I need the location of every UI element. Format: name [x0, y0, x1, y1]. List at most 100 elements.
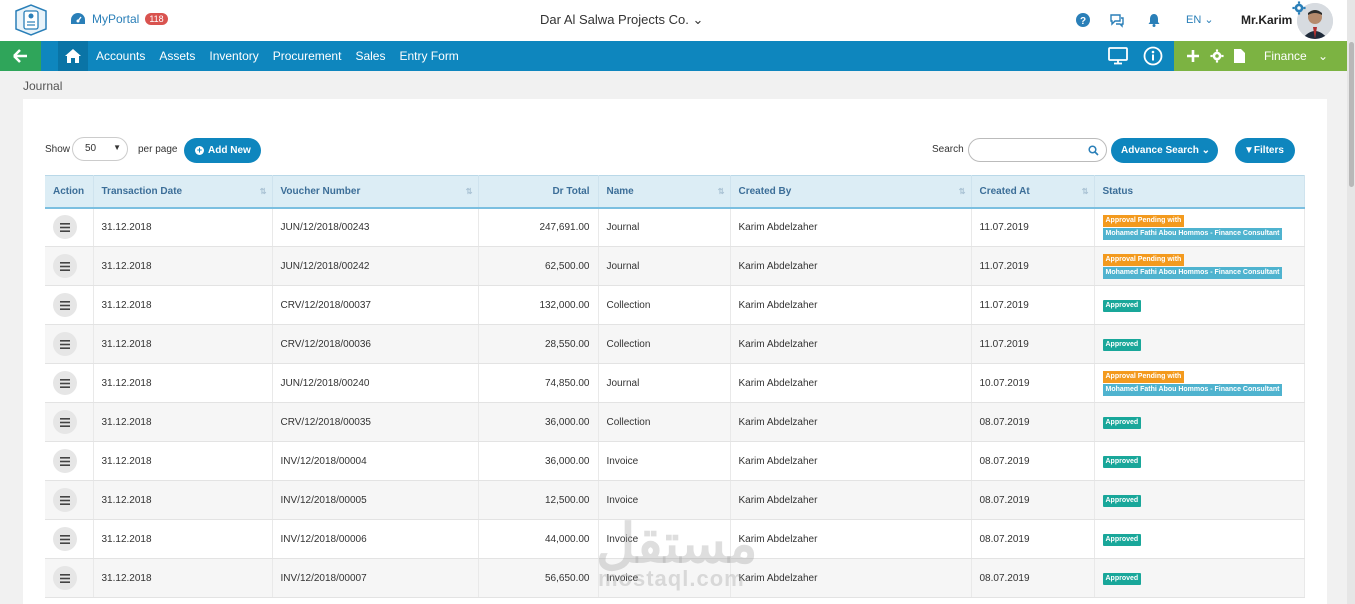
created-by-cell: Karim Abdelzaher — [730, 324, 972, 364]
file-icon[interactable] — [1233, 48, 1246, 64]
scrollbar-thumb[interactable] — [1349, 42, 1354, 187]
sort-icon: ⇅ — [259, 187, 267, 196]
action-cell — [45, 480, 94, 520]
show-label: Show — [45, 144, 71, 155]
row-menu-button[interactable] — [53, 527, 77, 551]
status-badge-assignee: Mohamed Fathi Abou Hommos - Finance Cons… — [1102, 384, 1283, 396]
col-name-label: Name — [606, 185, 634, 197]
chat-icon[interactable] — [1109, 12, 1125, 28]
name-cell: Invoice — [598, 480, 731, 520]
gear-icon[interactable] — [1292, 1, 1306, 15]
search-input[interactable] — [968, 138, 1107, 162]
per-page-label: per page — [138, 144, 178, 155]
dr-total-cell: 247,691.00 — [478, 207, 599, 247]
chevron-down-icon: ⌄ — [692, 12, 704, 27]
row-menu-button[interactable] — [53, 215, 77, 240]
dr-total-cell: 132,000.00 — [478, 285, 599, 325]
table-row[interactable]: 31.12.2018 INV/12/2018/00006 44,000.00 Invo… — [45, 519, 1305, 559]
monitor-icon[interactable] — [1108, 47, 1128, 65]
nav-assets[interactable]: Assets — [159, 49, 195, 63]
dr-total-cell: 28,550.00 — [478, 324, 599, 364]
help-icon[interactable]: ? — [1075, 12, 1091, 28]
table-row[interactable]: 31.12.2018 CRV/12/2018/00037 132,000.00 Col… — [45, 285, 1305, 325]
col-dr-total[interactable]: Dr Total — [478, 175, 599, 209]
row-menu-button[interactable] — [53, 332, 77, 356]
info-icon[interactable] — [1143, 46, 1163, 66]
voucher-number-cell: INV/12/2018/00005 — [272, 480, 479, 520]
transaction-date-cell: 31.12.2018 — [93, 402, 273, 442]
nav-sales[interactable]: Sales — [355, 49, 385, 63]
row-menu-button[interactable] — [53, 488, 77, 512]
action-cell — [45, 558, 94, 598]
nav-inventory[interactable]: Inventory — [209, 49, 258, 63]
created-at-cell: 10.07.2019 — [971, 363, 1095, 403]
back-button[interactable] — [0, 41, 41, 71]
settings-icon[interactable] — [1210, 49, 1224, 63]
table-row[interactable]: 31.12.2018 JUN/12/2018/00242 62,500.00 Jour… — [45, 246, 1305, 286]
myportal-link[interactable]: MyPortal 118 — [70, 12, 168, 26]
search-icon[interactable] — [1088, 145, 1099, 156]
row-menu-button[interactable] — [53, 293, 77, 317]
transaction-date-cell: 31.12.2018 — [93, 480, 273, 520]
row-menu-button[interactable] — [53, 410, 77, 434]
table-row[interactable]: 31.12.2018 INV/12/2018/00005 12,500.00 Invo… — [45, 480, 1305, 520]
advance-search-button[interactable]: Advance Search ⌄ — [1111, 138, 1218, 163]
transaction-date-cell: 31.12.2018 — [93, 363, 273, 403]
row-menu-button[interactable] — [53, 371, 77, 395]
created-at-cell: 11.07.2019 — [971, 324, 1095, 364]
col-created-at[interactable]: Created At ⇅ — [971, 175, 1095, 209]
col-action: Action — [45, 175, 94, 209]
company-selector[interactable]: Dar Al Salwa Projects Co. ⌄ — [540, 12, 703, 28]
status-badge-pending: Approval Pending with — [1102, 371, 1185, 383]
table-row[interactable]: 31.12.2018 JUN/12/2018/00243 247,691.00 Jou… — [45, 207, 1305, 247]
bell-icon[interactable] — [1146, 12, 1162, 28]
module-label: Finance — [1264, 49, 1307, 63]
table-row[interactable]: 31.12.2018 CRV/12/2018/00035 36,000.00 Coll… — [45, 402, 1305, 442]
nav-procurement[interactable]: Procurement — [273, 49, 342, 63]
col-created-by[interactable]: Created By ⇅ — [730, 175, 972, 209]
plus-icon[interactable] — [1186, 49, 1200, 63]
transaction-date-cell: 31.12.2018 — [93, 441, 273, 481]
voucher-number-cell: JUN/12/2018/00243 — [272, 207, 479, 247]
col-voucher-number[interactable]: Voucher Number ⇅ — [272, 175, 479, 209]
nav-entry-form[interactable]: Entry Form — [399, 49, 458, 63]
status-badge-approved: Approved — [1102, 533, 1142, 546]
filters-button[interactable]: ▼Filters — [1235, 138, 1295, 163]
table-row[interactable]: 31.12.2018 CRV/12/2018/00036 28,550.00 Coll… — [45, 324, 1305, 364]
row-menu-button[interactable] — [53, 254, 77, 278]
status-cell: Approval Pending with Mohamed Fathi Abou … — [1094, 207, 1305, 247]
row-menu-button[interactable] — [53, 449, 77, 473]
sort-icon: ⇅ — [465, 187, 473, 196]
app-logo[interactable] — [12, 3, 50, 37]
table-row[interactable]: 31.12.2018 INV/12/2018/00007 56,650.00 Invo… — [45, 558, 1305, 598]
transaction-date-cell: 31.12.2018 — [93, 324, 273, 364]
action-cell — [45, 324, 94, 364]
chevron-down-icon: ⌄ — [1201, 145, 1210, 156]
add-new-button[interactable]: + Add New — [184, 138, 261, 163]
created-by-cell: Karim Abdelzaher — [730, 519, 972, 559]
created-by-cell: Karim Abdelzaher — [730, 558, 972, 598]
status-cell: Approved — [1094, 324, 1305, 364]
row-menu-button[interactable] — [53, 566, 77, 590]
col-created-at-label: Created At — [979, 185, 1030, 197]
sort-icon: ⇅ — [717, 187, 725, 196]
home-button[interactable] — [58, 41, 88, 71]
action-cell — [45, 246, 94, 286]
hamburger-icon — [60, 378, 70, 388]
created-by-cell: Karim Abdelzaher — [730, 441, 972, 481]
dr-total-cell: 74,850.00 — [478, 363, 599, 403]
name-cell: Invoice — [598, 519, 731, 559]
created-by-cell: Karim Abdelzaher — [730, 480, 972, 520]
user-name[interactable]: Mr.Karim — [1241, 13, 1292, 27]
col-status: Status — [1094, 175, 1305, 209]
status-badge-assignee: Mohamed Fathi Abou Hommos - Finance Cons… — [1102, 228, 1283, 241]
col-transaction-date[interactable]: Transaction Date ⇅ — [93, 175, 273, 209]
top-bar: MyPortal 118 Dar Al Salwa Projects Co. ⌄… — [0, 0, 1355, 41]
table-row[interactable]: 31.12.2018 JUN/12/2018/00240 74,850.00 Jour… — [45, 363, 1305, 403]
col-name[interactable]: Name ⇅ — [598, 175, 731, 209]
language-selector[interactable]: EN ⌄ — [1186, 13, 1214, 26]
table-row[interactable]: 31.12.2018 INV/12/2018/00004 36,000.00 Invo… — [45, 441, 1305, 481]
per-page-select[interactable]: 50 — [72, 137, 128, 161]
nav-accounts[interactable]: Accounts — [96, 49, 145, 63]
module-selector[interactable]: Finance ⌄ — [1264, 49, 1328, 63]
